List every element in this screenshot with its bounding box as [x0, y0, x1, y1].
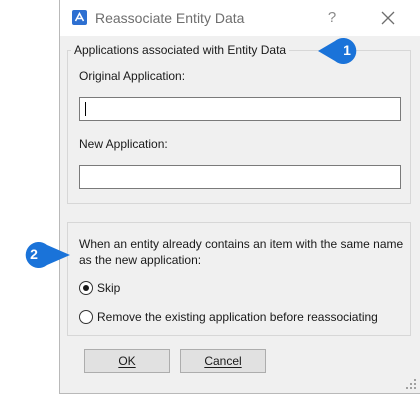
- remove-existing-radio-label[interactable]: Remove the existing application before r…: [97, 310, 378, 324]
- skip-radio[interactable]: [79, 281, 93, 295]
- callout-1-number: 1: [343, 42, 351, 58]
- title-bar: Reassociate Entity Data ?: [60, 0, 420, 36]
- callout-1: 1: [318, 37, 364, 65]
- ok-button[interactable]: OK: [84, 349, 170, 373]
- help-button[interactable]: ?: [322, 8, 342, 28]
- original-application-field[interactable]: [79, 97, 401, 121]
- cancel-button[interactable]: Cancel: [180, 349, 266, 373]
- remove-existing-radio[interactable]: [79, 310, 93, 324]
- text-caret: [85, 102, 86, 116]
- resize-grip-icon[interactable]: [405, 378, 417, 390]
- reassociate-dialog: Reassociate Entity Data ? Applications a…: [59, 0, 420, 394]
- dialog-title: Reassociate Entity Data: [95, 10, 245, 26]
- new-application-label: New Application:: [79, 137, 168, 151]
- callout-2-number: 2: [30, 246, 38, 262]
- applications-group-legend: Applications associated with Entity Data: [71, 43, 290, 57]
- new-application-field[interactable]: [79, 165, 401, 189]
- callout-2: 2: [20, 241, 70, 269]
- app-logo-icon: [72, 10, 87, 25]
- original-application-label: Original Application:: [79, 69, 186, 83]
- close-icon[interactable]: [377, 8, 399, 28]
- skip-radio-label[interactable]: Skip: [97, 281, 120, 295]
- conflict-message: When an entity already contains an item …: [79, 237, 404, 267]
